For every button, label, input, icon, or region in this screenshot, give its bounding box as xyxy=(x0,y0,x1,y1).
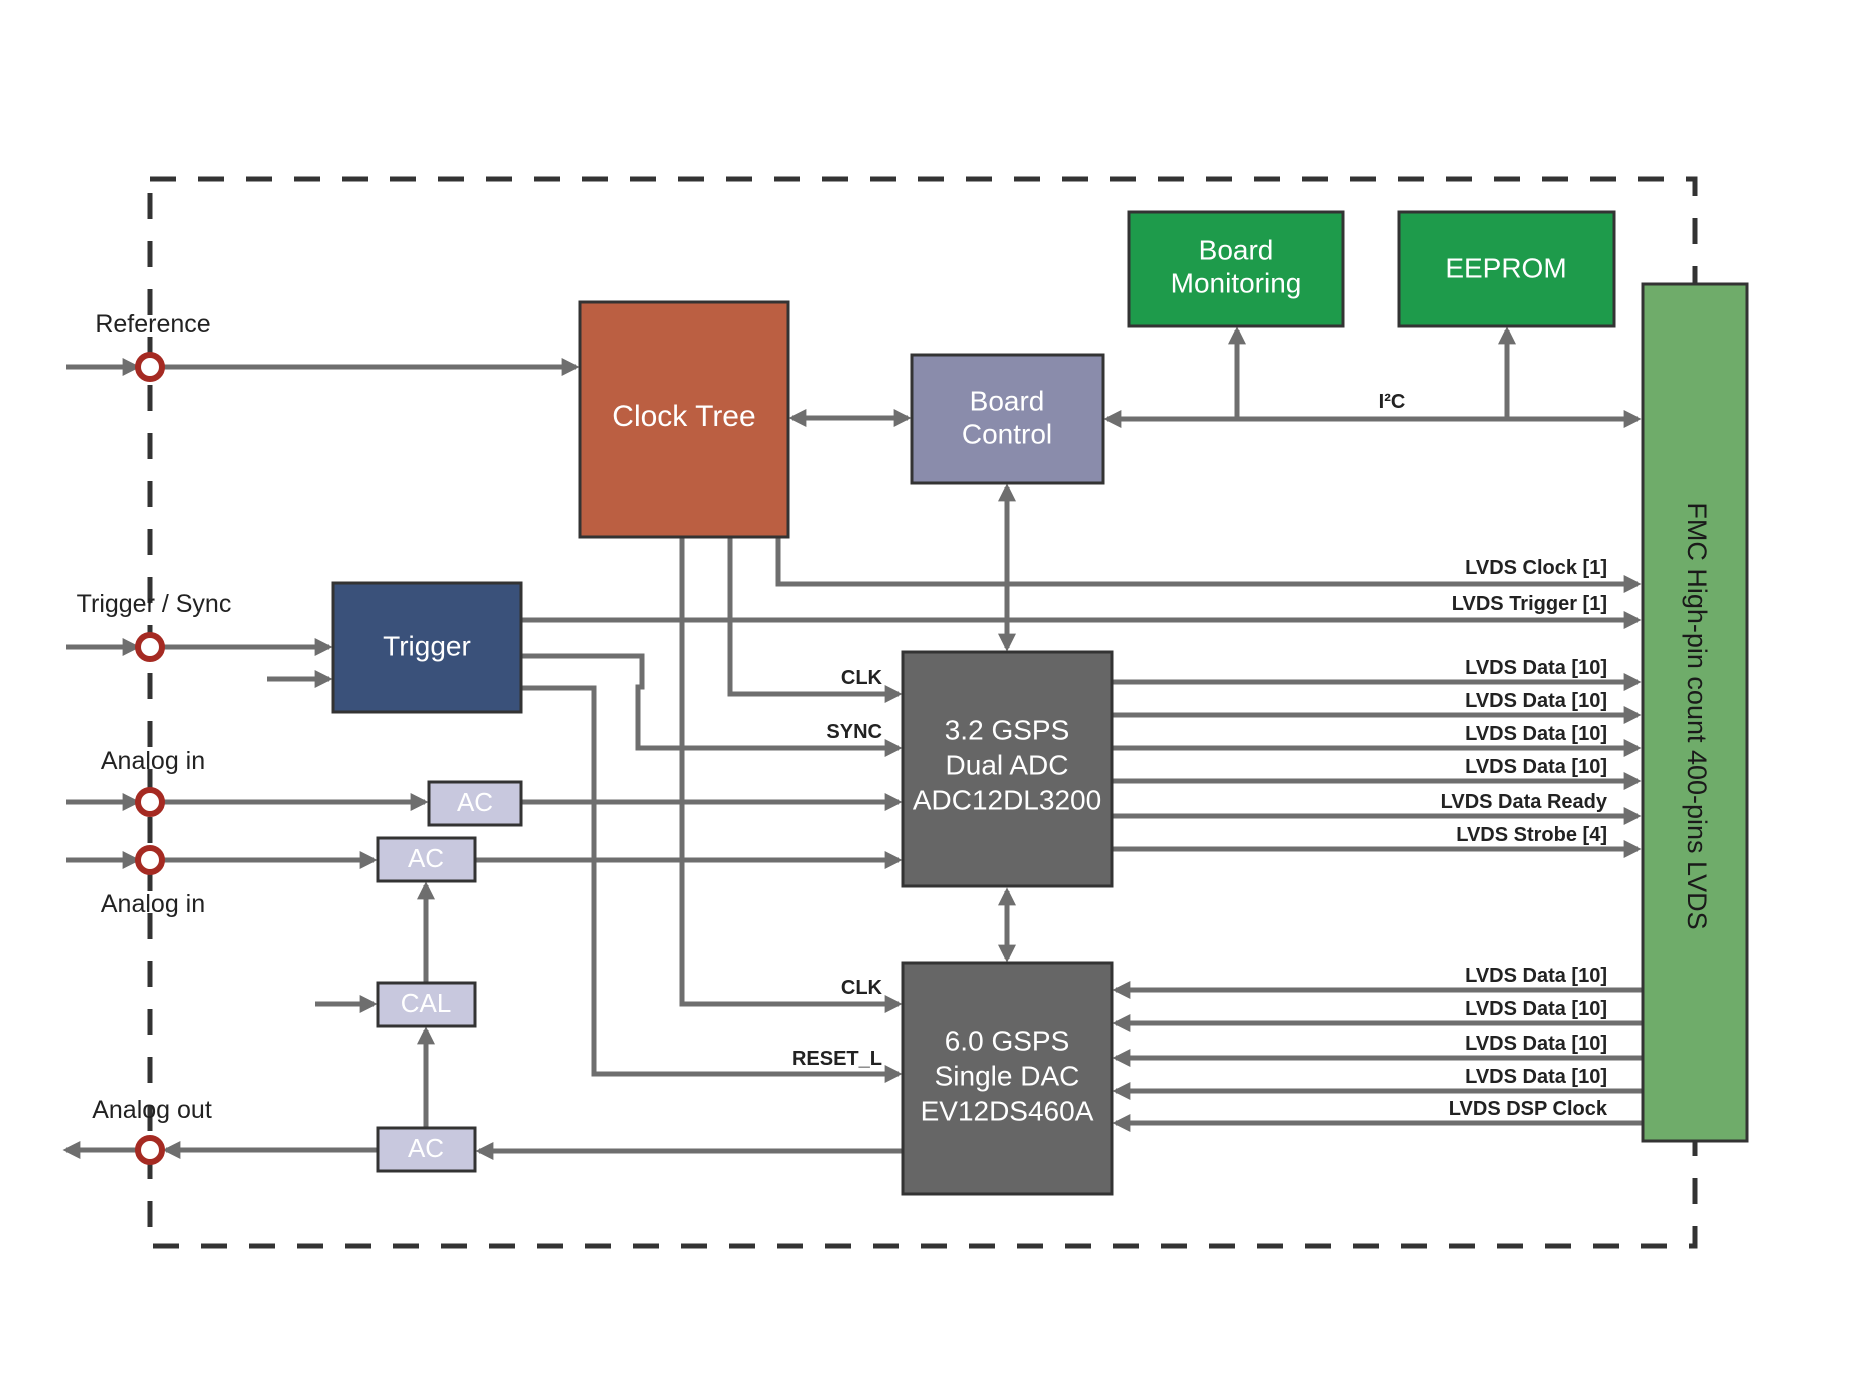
trigger-label: Trigger xyxy=(383,630,471,661)
adc-output-label-5: LVDS Strobe [4] xyxy=(1456,824,1607,846)
analog-in-1-port-label: Analog in xyxy=(101,747,205,775)
board-monitoring-block[interactable]: Board Monitoring xyxy=(1127,210,1345,328)
dac-clk-wire xyxy=(679,537,903,1013)
dac-label-line2: Single DAC xyxy=(935,1060,1080,1091)
reference-connector-icon[interactable] xyxy=(135,352,165,382)
clock-tree-label: Clock Tree xyxy=(612,400,755,433)
ac-1-label: AC xyxy=(457,787,493,817)
analog-out-port-label: Analog out xyxy=(92,1096,212,1124)
adc-output-label-0: LVDS Data [10] xyxy=(1465,657,1607,679)
i2c-bus-label: I²C xyxy=(1379,391,1406,413)
adc-output-label-4: LVDS Data Ready xyxy=(1441,791,1608,813)
adc-label-line1: 3.2 GSPS xyxy=(945,714,1070,745)
trigger-sync-connector-icon[interactable] xyxy=(135,632,165,662)
dac-block[interactable]: 6.0 GSPS Single DAC EV12DS460A xyxy=(901,961,1114,1196)
fmc-connector-block[interactable]: FMC High-pin count 400-pins LVDS xyxy=(1641,282,1749,1143)
board-control-label-line2: Control xyxy=(962,418,1052,449)
analog-in-1-connector-icon[interactable] xyxy=(135,787,165,817)
ac-2-label: AC xyxy=(408,843,444,873)
ac-coupler-out[interactable]: AC xyxy=(376,1126,477,1173)
dac-input-label-0: LVDS Data [10] xyxy=(1465,965,1607,987)
reference-port-label: Reference xyxy=(95,310,210,338)
board-control-block[interactable]: Board Control xyxy=(910,353,1105,485)
block-diagram: Clock Tree Board Control Board Monitorin… xyxy=(62,176,1749,1249)
dac-clk-label: CLK xyxy=(841,977,883,999)
board-monitoring-label-line2: Monitoring xyxy=(1171,267,1302,298)
dac-input-label-3: LVDS Data [10] xyxy=(1465,1066,1607,1088)
eeprom-label: EEPROM xyxy=(1445,252,1566,283)
adc-output-label-3: LVDS Data [10] xyxy=(1465,756,1607,778)
adc-output-label-2: LVDS Data [10] xyxy=(1465,723,1607,745)
fmc-label: FMC High-pin count 400-pins LVDS xyxy=(1682,502,1712,929)
adc-output-label-1: LVDS Data [10] xyxy=(1465,690,1607,712)
trigger-block[interactable]: Trigger xyxy=(331,581,523,714)
dac-label-line3: EV12DS460A xyxy=(921,1095,1094,1126)
ac-coupler-1[interactable]: AC xyxy=(427,780,523,827)
lvds-trigger-label: LVDS Trigger [1] xyxy=(1452,593,1607,615)
dac-input-label-2: LVDS Data [10] xyxy=(1465,1033,1607,1055)
adc-label-line3: ADC12DL3200 xyxy=(913,784,1101,815)
dac-input-label-1: LVDS Data [10] xyxy=(1465,998,1607,1020)
eeprom-block[interactable]: EEPROM xyxy=(1397,210,1616,328)
adc-block[interactable]: 3.2 GSPS Dual ADC ADC12DL3200 xyxy=(901,650,1114,888)
board-monitoring-label-line1: Board xyxy=(1199,234,1274,265)
dac-reset-label: RESET_L xyxy=(792,1048,882,1070)
analog-in-2-connector-icon[interactable] xyxy=(135,845,165,875)
board-control-label-line1: Board xyxy=(970,385,1045,416)
ac-out-label: AC xyxy=(408,1133,444,1163)
cal-block[interactable]: CAL xyxy=(376,981,477,1028)
adc-sync-label: SYNC xyxy=(826,721,882,743)
adc-clk-label: CLK xyxy=(841,667,883,689)
analog-in-2-port-label: Analog in xyxy=(101,890,205,918)
ac-coupler-2[interactable]: AC xyxy=(376,836,477,883)
clock-tree-block[interactable]: Clock Tree xyxy=(578,300,790,539)
dac-input-label-4: LVDS DSP Clock xyxy=(1449,1098,1608,1120)
cal-label: CAL xyxy=(401,988,452,1018)
analog-out-connector-icon[interactable] xyxy=(135,1135,165,1165)
adc-label-line2: Dual ADC xyxy=(946,749,1069,780)
lvds-clock-label: LVDS Clock [1] xyxy=(1465,557,1607,579)
fmc-signal-labels: LVDS Clock [1] LVDS Trigger [1] LVDS Data … xyxy=(1441,557,1608,1120)
dac-label-line1: 6.0 GSPS xyxy=(945,1025,1070,1056)
trigger-sync-port-label: Trigger / Sync xyxy=(77,590,232,618)
